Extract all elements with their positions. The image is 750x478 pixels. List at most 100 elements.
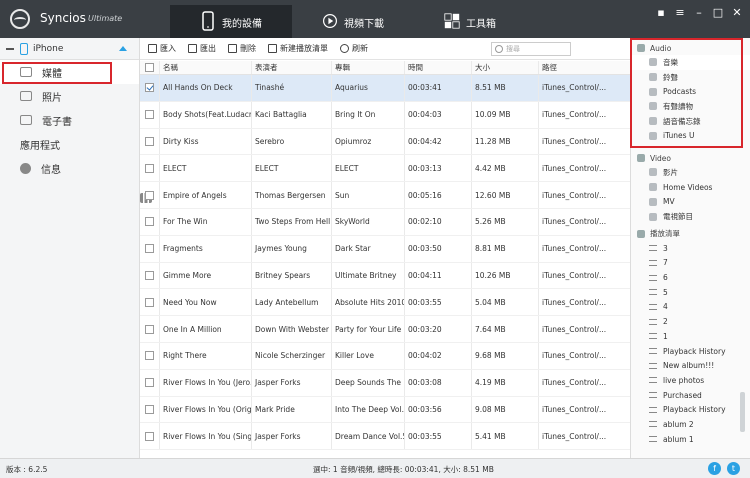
playlist-item[interactable]: 4 (631, 300, 750, 315)
row-checkbox[interactable] (145, 190, 154, 200)
row-checkbox[interactable] (145, 404, 154, 414)
import-button[interactable]: 匯入 (148, 43, 176, 54)
row-checkbox[interactable] (145, 351, 154, 361)
playlist-item-label: ablum 2 (663, 419, 694, 429)
row-checkbox-cell[interactable] (140, 423, 160, 450)
playlist-item[interactable]: 5 (631, 285, 750, 300)
table-row[interactable]: Fragments Jaymes Young Dark Star 00:03:50 8.… (140, 235, 630, 263)
delete-button[interactable]: 刪除 (228, 43, 256, 54)
tab-video-download[interactable]: 視頻下載 (292, 5, 414, 38)
row-checkbox[interactable] (145, 163, 154, 173)
cell-name: Need You Now (160, 289, 252, 316)
row-checkbox-cell[interactable] (140, 289, 160, 316)
playlist-section-header[interactable]: 播放清單 (631, 227, 750, 241)
select-all-cell[interactable] (140, 61, 160, 74)
playlist-item[interactable]: 6 (631, 270, 750, 285)
playlist-item[interactable]: New album!!! (631, 358, 750, 373)
minimize-icon[interactable]: – (692, 6, 706, 20)
row-checkbox-cell[interactable] (140, 235, 160, 262)
row-checkbox[interactable] (145, 217, 154, 227)
table-row[interactable]: River Flows In You (Sing... Jasper Forks D… (140, 423, 630, 451)
table-row[interactable]: Gimme More Britney Spears Ultimate Britney… (140, 262, 630, 290)
playlist-item[interactable]: Playback History (631, 402, 750, 417)
tab-toolbox[interactable]: 工具箱 (414, 5, 536, 38)
device-row[interactable]: iPhone (0, 38, 139, 60)
table-row[interactable]: Right There Nicole Scherzinger Killer Love… (140, 342, 630, 370)
playlist-item[interactable]: 2 (631, 314, 750, 329)
row-checkbox[interactable] (145, 270, 154, 280)
collapse-icon[interactable] (6, 47, 14, 50)
table-row[interactable]: Body Shots(Feat.Ludacr... Kaci Battaglia B… (140, 101, 630, 129)
table-row[interactable]: Empire of Angels Thomas Bergersen Sun 00:05… (140, 182, 630, 209)
column-header-path[interactable]: 路徑 (539, 61, 630, 74)
row-checkbox-cell[interactable] (140, 342, 160, 369)
close-icon[interactable]: ✕ (730, 6, 744, 20)
playlist-item[interactable]: ablum 1 (631, 432, 750, 447)
select-all-checkbox[interactable] (145, 63, 154, 72)
right-panel-scrollbar[interactable] (740, 392, 745, 432)
nav-item-photos[interactable]: 照片 (0, 84, 139, 108)
row-checkbox-cell[interactable] (140, 396, 160, 423)
playlist-icon (649, 333, 657, 340)
row-checkbox-cell[interactable] (140, 101, 160, 128)
maximize-icon[interactable]: □ (711, 6, 725, 20)
row-checkbox-cell[interactable] (140, 155, 160, 182)
video-item[interactable]: 影片 (631, 165, 750, 180)
export-button[interactable]: 匯出 (188, 43, 216, 54)
row-checkbox-cell[interactable] (140, 75, 160, 101)
column-header-album[interactable]: 專輯 (332, 61, 405, 74)
table-row[interactable]: ELECT ELECT ELECT 00:03:13 4.42 MB iTunes_Con… (140, 155, 630, 183)
search-input[interactable]: 搜尋 (491, 42, 571, 56)
row-checkbox[interactable] (145, 83, 154, 93)
playlist-item-label: 7 (663, 258, 668, 268)
column-header-artist[interactable]: 表演者 (252, 61, 332, 74)
playlist-item[interactable]: Purchased (631, 388, 750, 403)
refresh-button[interactable]: 刷新 (340, 43, 368, 54)
row-checkbox[interactable] (145, 136, 154, 146)
row-checkbox[interactable] (145, 244, 154, 254)
nav-item-apps[interactable]: 應用程式 (0, 132, 152, 203)
video-item[interactable]: MV (631, 195, 750, 210)
new-playlist-button[interactable]: 新建播放清單 (268, 43, 328, 54)
row-checkbox-cell[interactable] (140, 128, 160, 155)
eject-icon[interactable] (119, 46, 127, 51)
row-checkbox[interactable] (145, 110, 154, 120)
tab-my-device[interactable]: 我的設備 (170, 5, 292, 38)
column-header-name[interactable]: 名稱 (160, 61, 252, 74)
table-row[interactable]: For The Win Two Steps From Hell SkyWorld 00… (140, 208, 630, 236)
table-row[interactable]: One In A Million Down With Webster Party f… (140, 316, 630, 343)
cell-size: 4.19 MB (472, 369, 539, 396)
facebook-icon[interactable]: f (708, 462, 721, 475)
column-header-size[interactable]: 大小 (472, 61, 539, 74)
playlist-item[interactable]: live photos (631, 373, 750, 388)
playlist-item[interactable]: 1 (631, 329, 750, 344)
nav-item-info[interactable]: 信息 (0, 156, 139, 180)
row-checkbox[interactable] (145, 378, 154, 388)
chat-icon[interactable]: ▪ (654, 6, 668, 20)
twitter-icon[interactable]: t (727, 462, 740, 475)
column-header-time[interactable]: 時間 (405, 61, 472, 74)
table-row[interactable]: Need You Now Lady Antebellum Absolute Hits… (140, 289, 630, 317)
video-section-header[interactable]: Video (631, 151, 750, 165)
nav-item-ebooks[interactable]: 電子書 (0, 108, 139, 132)
table-row[interactable]: River Flows In You (Orig... Mark Pride Int… (140, 396, 630, 424)
table-row[interactable]: Dirty Kiss Serebro Opiumroz 00:04:42 11.28 M… (140, 128, 630, 156)
row-checkbox[interactable] (145, 324, 154, 334)
row-checkbox-cell[interactable] (140, 208, 160, 235)
row-checkbox-cell[interactable] (140, 316, 160, 342)
playlist-icon (649, 303, 657, 310)
row-checkbox[interactable] (145, 431, 154, 441)
row-checkbox-cell[interactable] (140, 182, 160, 208)
playlist-item[interactable]: ablum 2 (631, 417, 750, 432)
menu-icon[interactable]: ≡ (673, 6, 687, 20)
playlist-item[interactable]: 7 (631, 256, 750, 271)
row-checkbox-cell[interactable] (140, 369, 160, 396)
playlist-item[interactable]: 3 (631, 241, 750, 256)
video-item[interactable]: 電視節目 (631, 209, 750, 224)
table-row[interactable]: River Flows In You (Jero... Jasper Forks D… (140, 369, 630, 397)
video-item[interactable]: Home Videos (631, 180, 750, 195)
row-checkbox-cell[interactable] (140, 262, 160, 289)
table-row[interactable]: All Hands On Deck Tinashé Aquarius 00:03:41… (140, 75, 630, 102)
playlist-item[interactable]: Playback History (631, 344, 750, 359)
row-checkbox[interactable] (145, 297, 154, 307)
